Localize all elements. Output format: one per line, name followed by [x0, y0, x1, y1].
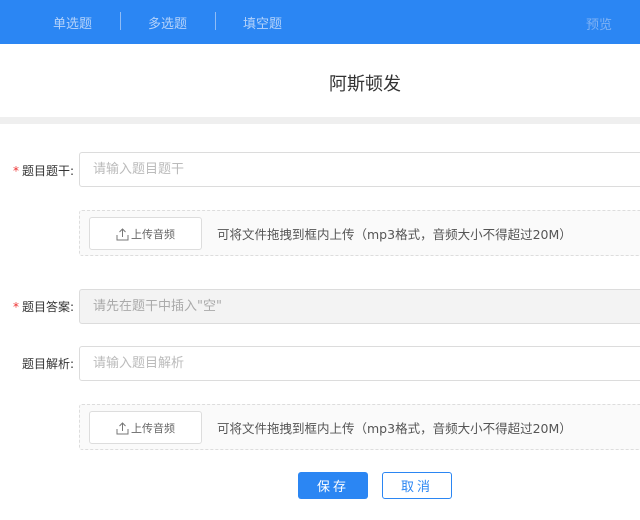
- answer-label-text: 题目答案:: [21, 300, 74, 314]
- tab-divider: [120, 12, 121, 30]
- analysis-input[interactable]: 请输入题目解析: [79, 346, 640, 381]
- top-nav: 单选题 多选题 填空题 预览: [0, 0, 640, 44]
- tab-multiple-choice[interactable]: 多选题: [148, 13, 187, 32]
- save-button[interactable]: 保存: [298, 472, 368, 499]
- upload-audio-button[interactable]: 上传音频: [89, 411, 202, 444]
- stem-label: * 题目题干:: [0, 162, 74, 179]
- tab-single-choice[interactable]: 单选题: [53, 13, 92, 32]
- upload-audio-button[interactable]: 上传音频: [89, 217, 202, 250]
- upload-dropzone-stem[interactable]: 上传音频 可将文件拖拽到框内上传（mp3格式，音频大小不得超过20M）: [79, 210, 640, 256]
- answer-label: * 题目答案:: [0, 298, 74, 315]
- upload-dropzone-analysis[interactable]: 上传音频 可将文件拖拽到框内上传（mp3格式，音频大小不得超过20M）: [79, 404, 640, 450]
- divider: [0, 117, 640, 124]
- upload-icon: [116, 227, 129, 240]
- upload-audio-label: 上传音频: [131, 227, 175, 241]
- tab-fill-blank[interactable]: 填空题: [243, 13, 282, 32]
- tab-divider: [215, 12, 216, 30]
- upload-audio-label: 上传音频: [131, 421, 175, 435]
- answer-input: 请先在题干中插入"空": [79, 289, 640, 324]
- stem-input[interactable]: 请输入题目题干: [79, 152, 640, 187]
- preview-button[interactable]: 预览: [586, 14, 612, 33]
- page-title: 阿斯顿发: [329, 74, 401, 95]
- required-mark: *: [12, 300, 19, 314]
- stem-label-text: 题目题干:: [21, 164, 74, 178]
- analysis-label: 题目解析:: [21, 357, 74, 371]
- upload-icon: [116, 421, 129, 434]
- cancel-button[interactable]: 取消: [382, 472, 452, 499]
- upload-hint: 可将文件拖拽到框内上传（mp3格式，音频大小不得超过20M）: [217, 421, 572, 436]
- upload-hint: 可将文件拖拽到框内上传（mp3格式，音频大小不得超过20M）: [217, 227, 572, 242]
- required-mark: *: [12, 164, 19, 178]
